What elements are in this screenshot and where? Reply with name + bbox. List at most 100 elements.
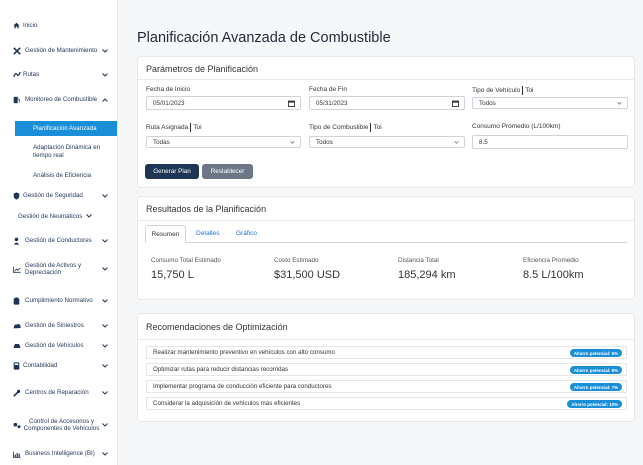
sidebar-item-contabilidad[interactable]: Contabilidad — [0, 362, 117, 370]
sidebar-item-business-intelligence[interactable]: Business Intelligence (BI) — [0, 446, 117, 462]
sidebar-item-accesorios[interactable]: Control de Accesorios y Componentes de V… — [0, 410, 117, 440]
savings-badge: Ahorro potencial: 5% — [569, 349, 622, 357]
card-title: Recomendaciones de Optimización — [146, 322, 288, 332]
chevron-down-icon — [100, 391, 108, 395]
generate-plan-button[interactable]: Generar Plan — [145, 164, 199, 179]
sidebar-item-inicio[interactable]: Inicio — [0, 22, 117, 30]
sidebar-item-label: Gestión de Seguridad — [23, 192, 83, 200]
savings-badge: Ahorro potencial: 7% — [569, 383, 622, 391]
route-value: Todas — [153, 138, 170, 146]
home-icon — [13, 22, 23, 29]
divider — [138, 220, 634, 221]
stat-value: $31,500 USD — [274, 269, 341, 281]
vehicle-type-label: Tipo de Vehículo Toi — [472, 86, 534, 95]
sidebar-item-centros-reparacion[interactable]: Centros de Reparación — [0, 382, 117, 404]
sidebar-item-label: Rutas — [23, 71, 40, 78]
planning-parameters-card: Parámetros de Planificación Fecha de Ini… — [137, 56, 635, 188]
recommendation-text: Optimizar rutas para reducir distancias … — [153, 366, 289, 373]
calendar-icon[interactable] — [288, 100, 295, 107]
chart-line-icon — [13, 266, 23, 273]
page-title: Planificación Avanzada de Combustible — [137, 30, 391, 46]
sidebar-item-label: Gestión de Mantenimiento — [25, 47, 98, 55]
sidebar-item-seguridad[interactable]: Gestión de Seguridad — [0, 192, 117, 200]
stat-label: Distancia Total — [398, 257, 439, 264]
clipboard-icon — [13, 297, 23, 305]
user-icon — [13, 237, 23, 245]
stat-label: Eficiencia Promedio — [523, 257, 579, 264]
route-select[interactable]: Todas — [146, 136, 301, 148]
tab-grafico[interactable]: Gráfico — [236, 230, 257, 237]
fuel-type-value: Todos — [316, 138, 333, 146]
cogs-icon — [13, 422, 23, 429]
car-icon — [13, 343, 23, 349]
wrench-icon — [13, 389, 23, 397]
stat-value: 8.5 L/100km — [523, 269, 584, 281]
chevron-down-icon — [290, 141, 295, 144]
sidebar-item-label: Gestión de Neumáticos — [17, 213, 83, 220]
start-date-input[interactable]: 05/01/2023 — [146, 96, 301, 110]
avg-consumption-input[interactable]: 8.5 — [472, 135, 628, 149]
sidebar-item-label: Contabilidad — [23, 362, 58, 370]
fuel-pump-icon — [13, 96, 23, 104]
end-date-label: Fecha de Fin — [309, 86, 347, 93]
sidebar-item-label: Análisis de Eficiencia — [33, 172, 92, 179]
sidebar-item-siniestros[interactable]: Gestión de Siniestros — [0, 322, 117, 330]
sidebar-item-label: Business Intelligence (BI) — [25, 450, 95, 458]
end-date-value: 05/31/2023 — [316, 99, 348, 107]
chevron-down-icon — [617, 102, 622, 105]
car-crash-icon — [13, 323, 23, 329]
sidebar-item-cumplimiento[interactable]: Cumplimiento Normativo — [0, 290, 117, 312]
fuel-type-select[interactable]: Todos — [309, 136, 465, 148]
end-date-input[interactable]: 05/31/2023 — [309, 96, 465, 110]
sidebar-item-label: Gestión de Siniestros — [25, 322, 84, 329]
chevron-down-icon — [100, 239, 108, 243]
chevron-down-icon — [454, 141, 459, 144]
savings-badge: Ahorro potencial: 8% — [569, 366, 622, 374]
planning-results-card: Resultados de la Planificación Resumen D… — [137, 196, 635, 300]
chevron-down-icon — [100, 364, 108, 368]
sidebar-item-label: Cumplimiento Normativo — [25, 297, 93, 305]
savings-badge: Ahorro potencial: 10% — [567, 400, 622, 408]
chevron-down-icon — [86, 214, 92, 219]
chevron-down-icon — [100, 323, 108, 328]
sidebar-item-label: Monitoreo de Combustible — [25, 96, 98, 104]
recommendation-item: Optimizar rutas para reducir distancias … — [146, 363, 627, 376]
sidebar-item-analisis-eficiencia[interactable]: Análisis de Eficiencia — [0, 172, 117, 180]
tools-icon — [13, 47, 23, 55]
tab-resumen[interactable]: Resumen — [145, 225, 186, 243]
sidebar-item-conductores[interactable]: Gestión de Conductores — [0, 230, 117, 252]
sidebar: Inicio Gestión de Mantenimiento Rutas Mo… — [0, 0, 118, 465]
recommendation-item: Implementar programa de conducción efici… — [146, 380, 627, 393]
sidebar-item-neumaticos[interactable]: Gestión de Neumáticos — [0, 213, 117, 221]
sidebar-item-combustible[interactable]: Monitoreo de Combustible — [0, 89, 117, 111]
chevron-down-icon — [100, 452, 108, 456]
reset-button[interactable]: Restablecer — [202, 164, 253, 179]
vehicle-type-label-text: Tipo de Vehículo — [472, 87, 521, 95]
tab-detalles[interactable]: Detalles — [196, 230, 219, 237]
sidebar-item-label: Gestión de Conductores — [25, 237, 92, 245]
card-title: Resultados de la Planificación — [146, 204, 267, 214]
sidebar-item-label: Centros de Reparación — [25, 389, 89, 397]
route-label-suffix: Toi — [193, 124, 202, 132]
sidebar-item-adaptacion-dinamica[interactable]: Adaptación Dinámica en tiempo real — [0, 144, 117, 159]
recommendation-item: Considerar la adquisición de vehículos m… — [146, 397, 627, 410]
sidebar-item-rutas[interactable]: Rutas — [0, 71, 117, 79]
sidebar-item-vehiculos[interactable]: Gestión de Vehículos — [0, 342, 117, 350]
chart-bar-icon — [13, 451, 23, 458]
shield-icon — [13, 192, 23, 200]
sidebar-item-label: Control de Accesorios y Componentes de V… — [23, 417, 100, 433]
chevron-down-icon — [100, 299, 108, 303]
optimization-recommendations-card: Recomendaciones de Optimización Realizar… — [137, 313, 635, 422]
start-date-label: Fecha de Inicio — [146, 86, 191, 93]
sidebar-item-activos[interactable]: Gestión de Activos y Depreciación — [0, 258, 117, 280]
chevron-down-icon — [100, 72, 108, 77]
sidebar-item-label: Adaptación Dinámica en tiempo real — [33, 144, 101, 159]
fuel-type-label: Tipo de Combustible Toi — [309, 123, 382, 132]
vehicle-type-label-suffix: Toi — [525, 87, 534, 95]
fuel-type-label-text: Tipo de Combustible — [309, 124, 369, 132]
stat-label: Costo Estimado — [274, 257, 319, 264]
sidebar-item-mantenimiento[interactable]: Gestión de Mantenimiento — [0, 40, 117, 62]
calendar-icon[interactable] — [452, 100, 459, 107]
vehicle-type-select[interactable]: Todos — [472, 97, 628, 109]
sidebar-item-planificacion-avanzada[interactable]: Planificación Avanzada — [15, 121, 117, 136]
